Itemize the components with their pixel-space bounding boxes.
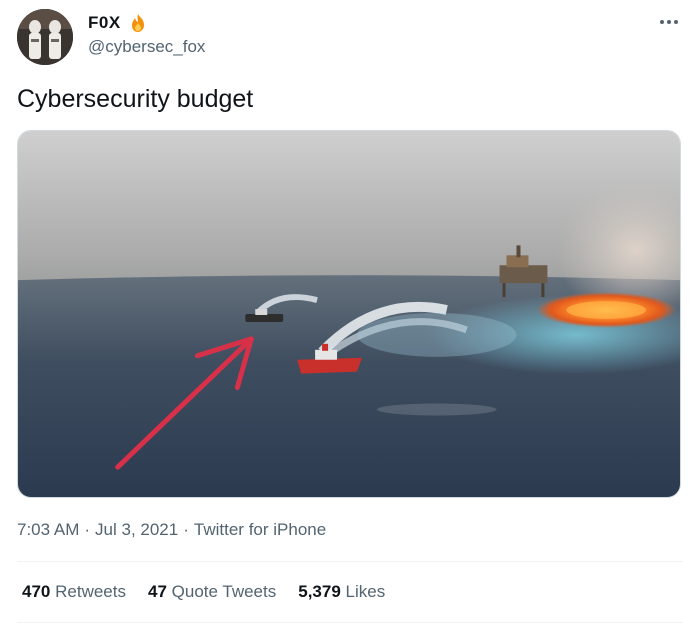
retweets-label: Retweets [55, 582, 126, 601]
fire-emoji-icon [127, 12, 149, 34]
dot-icon [660, 20, 664, 24]
tweet-time[interactable]: 7:03 AM [17, 520, 79, 540]
tweet-media-image[interactable] [17, 130, 681, 498]
dot-icon [674, 20, 678, 24]
quote-tweets-count: 47 [147, 582, 167, 601]
retweets-stat[interactable]: 470 Retweets [22, 582, 126, 602]
author-display-name[interactable]: F0X [88, 13, 121, 33]
tweet-detail: F0X @cybersec_fox Cybersecurity budget 7… [0, 0, 700, 631]
author-handle[interactable]: @cybersec_fox [88, 37, 205, 57]
author-name-row[interactable]: F0X [88, 12, 149, 34]
ocean-fire-photo [18, 131, 680, 497]
tweet-meta: 7:03 AM · Jul 3, 2021 · Twitter for iPho… [17, 520, 326, 540]
avatar[interactable] [17, 9, 73, 65]
dot-icon [667, 20, 671, 24]
retweets-count: 470 [22, 582, 51, 601]
meta-separator: · [84, 520, 91, 539]
more-options-button[interactable] [654, 10, 684, 34]
tweet-text: Cybersecurity budget [17, 85, 254, 113]
quote-tweets-stat[interactable]: 47 Quote Tweets [148, 582, 276, 602]
avatar-image [17, 9, 73, 65]
divider [17, 622, 683, 623]
likes-label: Likes [345, 582, 386, 601]
tweet-date[interactable]: Jul 3, 2021 [95, 520, 178, 540]
quote-tweets-label: Quote Tweets [171, 582, 277, 601]
tweet-stats: 470 Retweets 47 Quote Tweets 5,379 Likes [22, 582, 385, 602]
meta-separator: · [183, 520, 189, 539]
tweet-source[interactable]: Twitter for iPhone [194, 520, 326, 540]
divider [17, 561, 683, 562]
likes-stat[interactable]: 5,379 Likes [298, 582, 385, 602]
likes-count: 5,379 [298, 582, 341, 601]
